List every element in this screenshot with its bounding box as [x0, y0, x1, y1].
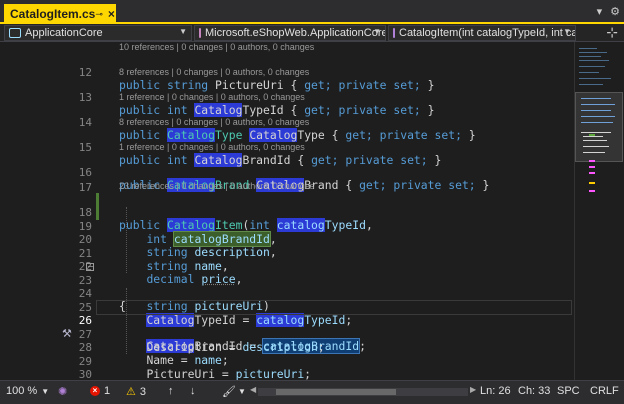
code-line-27[interactable]: 27 Description = description; — [0, 315, 574, 354]
project-name: ApplicationCore — [25, 27, 103, 39]
indent-guide — [126, 288, 127, 354]
breakpoint-marker — [589, 160, 595, 162]
code-line-15[interactable]: 15 public int CatalogBrandId { get; priv… — [0, 128, 574, 167]
chevron-down-icon: ▼ — [373, 27, 381, 36]
change-marker — [589, 134, 595, 136]
code-line-23[interactable]: 23 − string pictureUri) — [0, 261, 574, 313]
code-line-12[interactable]: 12 public string PictureUri { get; priva… — [0, 53, 574, 92]
zoom-level: 100 % — [6, 385, 38, 397]
project-dropdown[interactable]: ApplicationCore ▼ — [4, 25, 192, 41]
tab-catalogitem[interactable]: CatalogItem.cs ⊸ × — [4, 4, 116, 24]
type-dropdown[interactable]: Microsoft.eShopWeb.ApplicationCore. ▼ — [194, 25, 386, 41]
chevron-down-icon: ▼ — [179, 27, 187, 36]
whitespace-indicator[interactable]: SPC — [557, 385, 580, 397]
arrow-down-icon[interactable]: ↓ — [190, 385, 196, 397]
member-dropdown[interactable]: CatalogItem(int catalogTypeId, int cata … — [388, 25, 576, 41]
code-line-21[interactable]: 21 string name, — [0, 234, 574, 273]
column-indicator[interactable]: Ch: 33 — [518, 385, 550, 397]
member-name: CatalogItem(int catalogTypeId, int cata — [399, 27, 576, 39]
codelens-line-15[interactable]: 8 references | 0 changes | 0 authors, 0 … — [0, 117, 574, 128]
code-line-28[interactable]: 28 Name = name; — [0, 328, 574, 367]
code-line-29[interactable]: 29 PictureUri = pictureUri; — [0, 342, 574, 380]
code-line-26[interactable]: 26 ⚒ CatalogBrandId = catalogBrandId; — [0, 301, 574, 354]
scrollbar-thumb[interactable] — [276, 389, 396, 395]
tab-title: CatalogItem.cs — [10, 7, 96, 21]
code-line-17[interactable]: 17 — [0, 168, 574, 194]
code-line-31[interactable]: 31 — [0, 369, 574, 380]
class-icon — [199, 28, 201, 38]
gear-icon[interactable]: ⚙ — [610, 5, 620, 18]
tab-overflow-icon[interactable]: ▾ — [597, 5, 603, 18]
scroll-right-icon[interactable]: ▶ — [470, 385, 476, 394]
error-icon: × — [90, 386, 100, 396]
status-bar: 100 % ▼ ✺ × 1 ⚠ 3 ↑ ↓ 🖌︎ ▼ ◀ ▶ Ln: 26 Ch:… — [0, 380, 624, 404]
highlight-marker — [589, 172, 595, 174]
split-editor-icon[interactable]: ⊹ — [606, 24, 618, 41]
line-indicator[interactable]: Ln: 26 — [480, 385, 511, 397]
arrow-up-icon[interactable]: ↑ — [168, 385, 174, 397]
code-line-22[interactable]: 22 decimal price, — [0, 247, 574, 286]
scroll-left-icon[interactable]: ◀ — [250, 385, 256, 394]
horizontal-scrollbar[interactable] — [258, 388, 468, 396]
warning-count[interactable]: ⚠ 3 — [126, 385, 146, 399]
codelens-line-18[interactable]: 23 references | 0 changes | 0 authors, 0… — [0, 181, 574, 192]
code-editor[interactable]: 10 references | 0 changes | 0 authors, 0… — [0, 42, 574, 380]
chevron-down-icon: ▼ — [563, 27, 571, 36]
type-name: Microsoft.eShopWeb.ApplicationCore. — [205, 27, 386, 39]
codelens-line-13[interactable]: 8 references | 0 changes | 0 authors, 0 … — [0, 67, 574, 78]
method-icon — [393, 28, 395, 38]
zoom-selector[interactable]: 100 % ▼ — [6, 385, 49, 397]
collapse-icon[interactable]: − — [86, 263, 94, 271]
minimap-scrollbar[interactable] — [574, 42, 624, 380]
navigation-bar: ApplicationCore ▼ Microsoft.eShopWeb.App… — [0, 24, 624, 42]
copilot-icon[interactable]: ✺ — [58, 385, 67, 398]
codelens-line-16[interactable]: 1 reference | 0 changes | 0 authors, 0 c… — [0, 142, 574, 153]
pin-icon[interactable]: ⊸ — [95, 9, 103, 20]
code-cleanup-icon[interactable]: 🖌︎ ▼ — [222, 385, 246, 398]
line-ending-indicator[interactable]: CRLF — [590, 385, 619, 397]
codelens-line-12[interactable]: 10 references | 0 changes | 0 authors, 0… — [0, 42, 574, 53]
code-line-19[interactable]: 19 int catalogBrandId, — [0, 207, 574, 247]
warning-marker — [589, 182, 595, 184]
code-line-16[interactable]: 16 public CatalogBrand CatalogBrand { ge… — [0, 153, 574, 192]
tab-bar: CatalogItem.cs ⊸ × ▾ ⚙ — [0, 0, 624, 24]
close-icon[interactable]: × — [108, 7, 115, 21]
highlight-marker — [589, 166, 595, 168]
code-line-14[interactable]: 14 public CatalogType CatalogType { get;… — [0, 103, 574, 142]
code-line-30[interactable]: 30 } — [0, 355, 574, 380]
code-line-13[interactable]: 13 public int CatalogTypeId { get; priva… — [0, 78, 574, 117]
codelens-line-14[interactable]: 1 reference | 0 changes | 0 authors, 0 c… — [0, 92, 574, 103]
csharp-project-icon — [9, 28, 21, 38]
highlight-marker — [589, 190, 595, 192]
change-indicator — [96, 193, 99, 220]
code-line-20[interactable]: 20 string description, — [0, 220, 574, 259]
code-line-24[interactable]: 24 { — [0, 274, 574, 313]
code-line-18[interactable]: 18 public CatalogItem(int catalogTypeId, — [0, 193, 574, 232]
warning-icon: ⚠ — [126, 386, 136, 398]
indent-guide — [126, 207, 127, 273]
error-count[interactable]: × 1 — [90, 385, 110, 397]
chevron-down-icon: ▼ — [41, 386, 50, 396]
